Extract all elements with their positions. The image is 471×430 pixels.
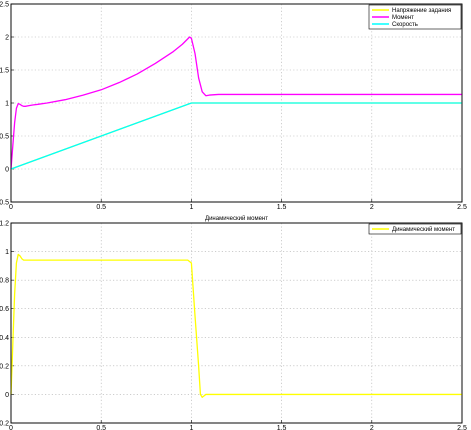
y-tick-label: 0.2 <box>0 363 9 370</box>
y-tick-label: 2 <box>5 35 9 42</box>
x-tick-label: 0 <box>9 425 13 430</box>
y-tick-label: 0.5 <box>0 134 9 141</box>
x-tick-label: 2 <box>370 204 374 211</box>
legend-label: Скорость <box>392 22 418 28</box>
legend: Динамический момент <box>368 223 462 235</box>
y-tick-label: 1 <box>5 249 9 256</box>
y-tick-label: 1.5 <box>0 68 9 75</box>
y-tick-label: -0.2 <box>0 421 9 428</box>
y-tick-label: 0.8 <box>0 278 9 285</box>
top-plot: 00.511.522.5-0.500.511.522.5Напряжение з… <box>0 2 467 212</box>
plot-area <box>10 222 463 424</box>
legend-label: Напряжение задания <box>392 8 451 14</box>
x-tick-label: 1.5 <box>277 204 287 211</box>
x-tick-label: 2 <box>370 425 374 430</box>
y-tick-label: -0.5 <box>0 200 9 207</box>
x-tick-label: 2.5 <box>457 204 467 211</box>
bottom-plot: Динамический момент00.511.522.5-0.200.20… <box>0 215 467 430</box>
y-tick-label: 1.2 <box>0 221 9 228</box>
x-tick-label: 1 <box>189 425 193 430</box>
x-tick-label: 0.5 <box>96 204 106 211</box>
y-tick-label: 0 <box>5 392 9 399</box>
x-tick-label: 0.5 <box>96 425 106 430</box>
x-tick-label: 2.5 <box>457 425 467 430</box>
y-tick-label: 0.4 <box>0 335 9 342</box>
x-tick-label: 1 <box>189 204 193 211</box>
x-tick-label: 1.5 <box>277 425 287 430</box>
legend: Напряжение заданияМоментСкорость <box>368 4 462 30</box>
y-tick-label: 0.6 <box>0 306 9 313</box>
legend-label: Момент <box>392 15 414 21</box>
plot-title: Динамический момент <box>205 215 268 222</box>
legend-label: Динамический момент <box>392 226 455 233</box>
figure: 00.511.522.5-0.500.511.522.5Напряжение з… <box>0 2 467 430</box>
y-tick-label: 1 <box>5 101 9 108</box>
y-tick-label: 0 <box>5 167 9 174</box>
x-tick-label: 0 <box>9 204 13 211</box>
y-tick-label: 2.5 <box>0 2 9 9</box>
